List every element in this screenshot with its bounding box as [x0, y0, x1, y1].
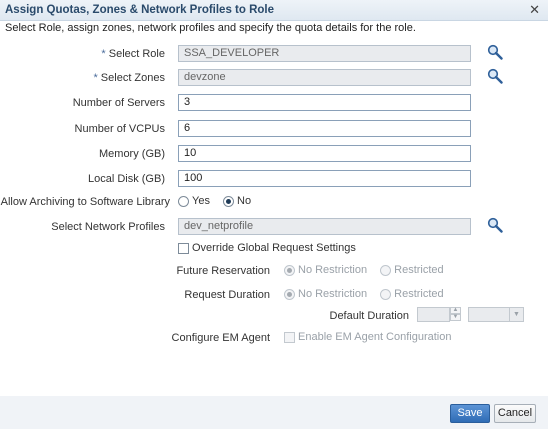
memory-label: Memory (GB): [99, 148, 165, 160]
cancel-button[interactable]: Cancel: [494, 404, 536, 423]
dialog-title: Assign Quotas, Zones & Network Profiles …: [5, 4, 275, 16]
number-of-vcpus-label: Number of VCPUs: [74, 123, 165, 135]
override-global-checkbox[interactable]: [178, 242, 189, 254]
chevron-down-icon[interactable]: ▼: [509, 308, 523, 321]
future-restricted-label: Restricted: [394, 264, 444, 277]
allow-archiving-radio-group: Yes No: [178, 195, 261, 207]
archiving-no-radio[interactable]: [223, 195, 235, 207]
number-of-servers-input[interactable]: 3: [178, 94, 471, 111]
default-duration-label: Default Duration: [329, 310, 410, 322]
stepper-down-icon[interactable]: ▼: [450, 314, 461, 321]
duration-restricted-radio[interactable]: [380, 288, 392, 300]
default-duration-input[interactable]: [417, 307, 450, 322]
default-duration-unit-select[interactable]: ▼: [468, 307, 524, 322]
search-icon[interactable]: [487, 217, 503, 233]
enable-em-agent-checkbox[interactable]: [284, 331, 295, 343]
required-marker: *: [101, 48, 106, 60]
memory-input[interactable]: 10: [178, 145, 471, 162]
number-of-servers-label: Number of Servers: [72, 97, 165, 109]
duration-restricted-label: Restricted: [394, 288, 444, 301]
request-duration-radio-group: No Restriction Restricted: [284, 288, 454, 300]
allow-archiving-label: Allow Archiving to Software Library: [0, 196, 170, 208]
duration-no-restriction-label: No Restriction: [298, 288, 368, 301]
archiving-no-label: No: [237, 195, 252, 208]
network-profiles-label: Select Network Profiles: [51, 221, 165, 233]
request-duration-label: Request Duration: [184, 289, 270, 301]
future-no-restriction-label: No Restriction: [298, 264, 368, 277]
archiving-yes-label: Yes: [192, 195, 210, 208]
future-reservation-label: Future Reservation: [176, 265, 270, 277]
enable-em-agent-label: Enable EM Agent Configuration: [298, 331, 452, 344]
dialog-titlebar: Assign Quotas, Zones & Network Profiles …: [0, 0, 548, 21]
select-zones-field[interactable]: devzone: [178, 69, 471, 86]
future-reservation-radio-group: No Restriction Restricted: [284, 264, 454, 276]
archiving-yes-radio[interactable]: [178, 195, 189, 207]
future-no-restriction-radio[interactable]: [284, 264, 295, 276]
override-global-option: Override Global Request Settings: [178, 242, 366, 254]
local-disk-label: Local Disk (GB): [87, 173, 165, 185]
override-global-label: Override Global Request Settings: [192, 242, 356, 255]
search-icon[interactable]: [487, 68, 503, 84]
select-role-field[interactable]: SSA_DEVELOPER: [178, 45, 471, 62]
network-profiles-field[interactable]: dev_netprofile: [178, 218, 471, 235]
future-restricted-radio[interactable]: [380, 264, 392, 276]
required-marker: *: [93, 72, 98, 84]
instructions-text: Select Role, assign zones, network profi…: [5, 22, 416, 34]
number-of-vcpus-input[interactable]: 6: [178, 120, 471, 137]
select-role-label: * Select Role: [101, 48, 165, 60]
search-icon[interactable]: [487, 44, 503, 60]
default-duration-stepper[interactable]: ▲ ▼: [450, 307, 461, 322]
save-button[interactable]: Save: [450, 404, 490, 423]
close-icon[interactable]: ✕: [529, 2, 540, 18]
stepper-up-icon[interactable]: ▲: [450, 307, 461, 314]
local-disk-input[interactable]: 100: [178, 170, 471, 187]
configure-em-agent-label: Configure EM Agent: [171, 332, 270, 344]
duration-no-restriction-radio[interactable]: [284, 288, 295, 300]
select-zones-label: * Select Zones: [93, 72, 165, 84]
em-agent-option: Enable EM Agent Configuration: [284, 331, 462, 343]
